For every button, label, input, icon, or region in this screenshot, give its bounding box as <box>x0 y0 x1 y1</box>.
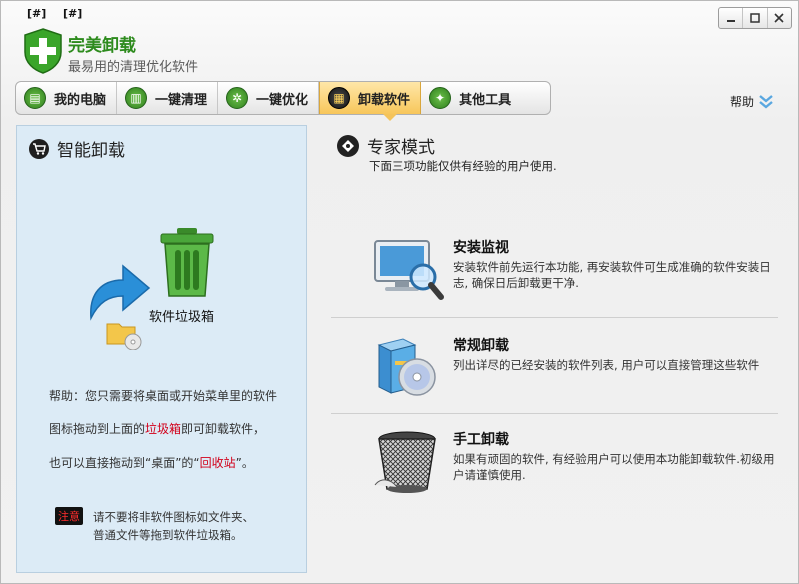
tab-other-tools[interactable]: ✦ 其他工具 <box>421 82 521 114</box>
trash-bin-icon[interactable] <box>157 226 217 298</box>
tools-icon: ✦ <box>429 87 452 109</box>
trash-bin-highlight: 垃圾箱 <box>145 422 182 436</box>
help-text-part: 图标拖动到上面的 <box>49 422 146 436</box>
gears-icon: ✲ <box>226 87 249 109</box>
expert-mode-title: 专家模式 <box>367 138 435 158</box>
help-text-line3: 也可以直接拖动到“桌面”的“回收站”。 <box>49 455 254 471</box>
cart-icon <box>29 138 49 159</box>
minimize-icon <box>726 20 735 22</box>
tab-uninstall-software[interactable]: ▦ 卸载软件 <box>319 82 422 114</box>
close-icon <box>774 13 784 23</box>
maximize-icon <box>750 13 760 23</box>
minimize-button[interactable] <box>719 8 744 28</box>
panel-title-text: 智能卸载 <box>57 141 125 161</box>
window-tag: [#] <box>63 7 83 20</box>
expert-icon <box>337 134 359 157</box>
feature-desc: 安装软件前先运行本功能, 再安装软件可生成准确的软件安装日志, 确保日后卸载更干… <box>453 260 771 290</box>
feature-desc: 列出详尽的已经安装的软件列表, 用户可以直接管理这些软件 <box>453 358 760 372</box>
close-button[interactable] <box>768 8 791 28</box>
expert-mode-desc: 下面三项功能仅供有经验的用户使用. <box>369 159 557 173</box>
recycle-bin-highlight: 回收站 <box>199 456 236 470</box>
note-line2: 普通文件等拖到软件垃圾箱。 <box>93 528 243 542</box>
expert-mode-header: 专家模式 <box>337 133 435 158</box>
active-tab-pointer <box>383 114 397 121</box>
help-text-line2: 图标拖动到上面的垃圾箱即可卸载软件， <box>49 421 265 437</box>
app-window: [#] [#] 完美卸载 最易用的清理优化软件 ▤ 我的电脑 ▥ 一键清理 ✲ … <box>0 0 799 584</box>
software-box-icon <box>377 338 436 396</box>
feature-install-monitor[interactable]: 安装监视 安装软件前先运行本功能, 再安装软件可生成准确的软件安装日志, 确保日… <box>373 237 783 307</box>
note-line1: 请不要将非软件图标如文件夹、 <box>93 510 254 524</box>
trash-bin-label: 软件垃圾箱 <box>149 310 215 325</box>
chevron-down-icon <box>759 94 773 109</box>
folder-disc-icon <box>106 323 142 350</box>
feature-title: 安装监视 <box>453 240 509 256</box>
maximize-button[interactable] <box>743 8 768 28</box>
tab-label: 其他工具 <box>459 92 512 108</box>
window-controls <box>718 7 792 29</box>
help-text-part: 也可以直接拖动到“桌面”的“ <box>49 456 200 470</box>
main-toolbar: ▤ 我的电脑 ▥ 一键清理 ✲ 一键优化 ▦ 卸载软件 ✦ 其他工具 <box>15 81 551 115</box>
divider <box>331 317 778 318</box>
help-text-line1: 帮助：您只需要将桌面或开始菜单里的软件 <box>49 389 278 403</box>
tab-one-click-optimize[interactable]: ✲ 一键优化 <box>218 82 320 114</box>
feature-desc: 如果有顽固的软件, 有经验用户可以使用本功能卸载软件.初级用户请谨慎使用. <box>453 452 775 482</box>
panel-title: 智能卸载 <box>29 136 125 161</box>
help-text-part: ”。 <box>235 456 254 470</box>
tab-one-click-clean[interactable]: ▥ 一键清理 <box>117 82 219 114</box>
feature-manual-uninstall[interactable]: 手工卸载 如果有顽固的软件, 有经验用户可以使用本功能卸载软件.初级用户请谨慎使… <box>373 429 783 497</box>
monitor-magnifier-icon <box>374 240 444 300</box>
drag-arrow-icon <box>90 264 151 321</box>
tab-my-computer[interactable]: ▤ 我的电脑 <box>16 82 118 114</box>
uninstall-icon: ▦ <box>328 87 351 109</box>
tab-label: 卸载软件 <box>358 92 411 108</box>
help-label: 帮助 <box>729 95 754 109</box>
divider <box>331 413 778 414</box>
tab-label: 一键优化 <box>256 92 309 108</box>
help-text-part: 即可卸载软件， <box>181 422 266 436</box>
window-tag: [#] <box>27 7 47 20</box>
app-subtitle: 最易用的清理优化软件 <box>68 60 199 75</box>
feature-normal-uninstall[interactable]: 常规卸载 列出详尽的已经安装的软件列表, 用户可以直接管理这些软件 <box>373 335 783 401</box>
wastebasket-icon <box>374 431 436 493</box>
note-badge: 注意 <box>55 507 83 525</box>
app-logo-icon <box>24 28 62 74</box>
feature-title: 手工卸载 <box>453 432 509 448</box>
help-link[interactable]: 帮助 <box>730 93 774 110</box>
tab-label: 一键清理 <box>155 92 208 108</box>
tab-label: 我的电脑 <box>54 92 107 108</box>
feature-title: 常规卸载 <box>453 338 509 354</box>
smart-uninstall-panel: 智能卸载 软件垃圾箱 帮助：您只需要将桌面或开始菜单里的软件 图标拖动到上面的垃… <box>16 125 307 573</box>
computer-icon: ▤ <box>24 87 46 109</box>
app-title: 完美卸载 <box>68 36 136 56</box>
trash-icon: ▥ <box>125 87 148 109</box>
